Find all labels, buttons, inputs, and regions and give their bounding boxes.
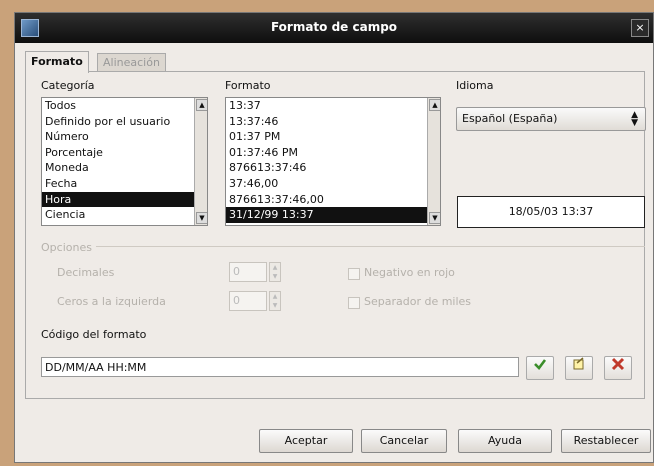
categoria-item[interactable]: Hora xyxy=(42,191,207,208)
window-title: Formato de campo xyxy=(270,20,398,34)
formato-list[interactable]: 13:37 13:37:46 01:37 PM 01:37:46 PM 876613:3… xyxy=(225,97,441,226)
formato-label: Formato xyxy=(225,79,271,92)
spinner-arrows-icon[interactable]: ▲ ▼ xyxy=(269,291,281,311)
categoria-item[interactable]: Definido por el usuario xyxy=(42,114,207,130)
scroll-up-icon[interactable]: ▲ xyxy=(196,99,207,111)
categoria-item[interactable]: Porcentaje xyxy=(42,145,207,161)
opciones-label: Opciones xyxy=(41,241,96,254)
format-preview: 18/05/03 13:37 xyxy=(457,196,645,228)
idioma-label: Idioma xyxy=(456,79,494,92)
decimales-spinner[interactable]: 0 ▲ ▼ xyxy=(229,262,281,282)
delete-icon xyxy=(611,357,625,371)
title-bar: Formato de campo × xyxy=(15,13,653,43)
codigo-label: Código del formato xyxy=(41,328,147,341)
updown-icon: ▲ ▼ xyxy=(631,110,638,128)
idioma-select[interactable]: Español (España) ▲ ▼ xyxy=(456,107,646,131)
categoria-item[interactable]: Número xyxy=(42,129,207,145)
close-icon[interactable]: × xyxy=(631,19,649,37)
categoria-item[interactable]: Fecha xyxy=(42,176,207,192)
negativo-checkbox[interactable] xyxy=(348,268,360,280)
tab-alineacion[interactable]: Alineación xyxy=(97,53,166,72)
tab-formato[interactable]: Formato xyxy=(25,51,89,73)
scroll-up-icon[interactable]: ▲ xyxy=(429,99,440,111)
idioma-value: Español (España) xyxy=(462,112,558,125)
accept-code-button[interactable] xyxy=(526,356,554,380)
separador-label: Separador de miles xyxy=(364,295,472,308)
ceros-label: Ceros a la izquierda xyxy=(57,295,166,308)
categoria-item[interactable]: Ciencia xyxy=(42,207,207,223)
aceptar-button[interactable]: Aceptar xyxy=(259,429,353,453)
formato-item[interactable]: 01:37:46 PM xyxy=(226,145,440,161)
formato-item[interactable]: 31/12/99 13:37 xyxy=(226,207,440,223)
formato-item[interactable]: 13:37:46 xyxy=(226,114,440,130)
categoria-scrollbar[interactable]: ▲ ▼ xyxy=(194,98,207,225)
restablecer-button[interactable]: Restablecer xyxy=(561,429,651,453)
formato-item[interactable]: 876613:37:46,00 xyxy=(226,192,440,208)
negativo-label: Negativo en rojo xyxy=(364,266,455,279)
codigo-input[interactable]: DD/MM/AA HH:MM xyxy=(41,357,519,377)
cancelar-button[interactable]: Cancelar xyxy=(361,429,447,453)
ayuda-button[interactable]: Ayuda xyxy=(458,429,552,453)
delete-code-button[interactable] xyxy=(604,356,632,380)
edit-comment-button[interactable] xyxy=(565,356,593,380)
opciones-separator xyxy=(45,246,645,247)
formato-item[interactable]: 37:46,00 xyxy=(226,176,440,192)
spinner-arrows-icon[interactable]: ▲ ▼ xyxy=(269,262,281,282)
categoria-item[interactable]: Moneda xyxy=(42,160,207,176)
separador-checkbox[interactable] xyxy=(348,297,360,309)
scroll-down-icon[interactable]: ▼ xyxy=(196,212,207,224)
ceros-spinner[interactable]: 0 ▲ ▼ xyxy=(229,291,281,311)
decimales-value[interactable]: 0 xyxy=(229,262,267,282)
scroll-down-icon[interactable]: ▼ xyxy=(429,212,440,224)
formato-item[interactable]: 13:37 xyxy=(226,98,440,114)
edit-comment-icon xyxy=(573,357,584,370)
formato-item[interactable]: 31/12/1999 13:37:46 xyxy=(226,223,440,225)
categoria-item[interactable]: Todos xyxy=(42,98,207,114)
decimales-label: Decimales xyxy=(57,266,115,279)
formato-scrollbar[interactable]: ▲ ▼ xyxy=(427,98,440,225)
formato-item[interactable]: 01:37 PM xyxy=(226,129,440,145)
formato-item[interactable]: 876613:37:46 xyxy=(226,160,440,176)
categoria-list[interactable]: Todos Definido por el usuario Número Porcen… xyxy=(41,97,208,226)
format-field-dialog: Formato de campo × Formato Alineación Ca… xyxy=(14,12,654,463)
ceros-value[interactable]: 0 xyxy=(229,291,267,311)
categoria-label: Categoría xyxy=(41,79,95,92)
check-icon xyxy=(534,359,547,370)
